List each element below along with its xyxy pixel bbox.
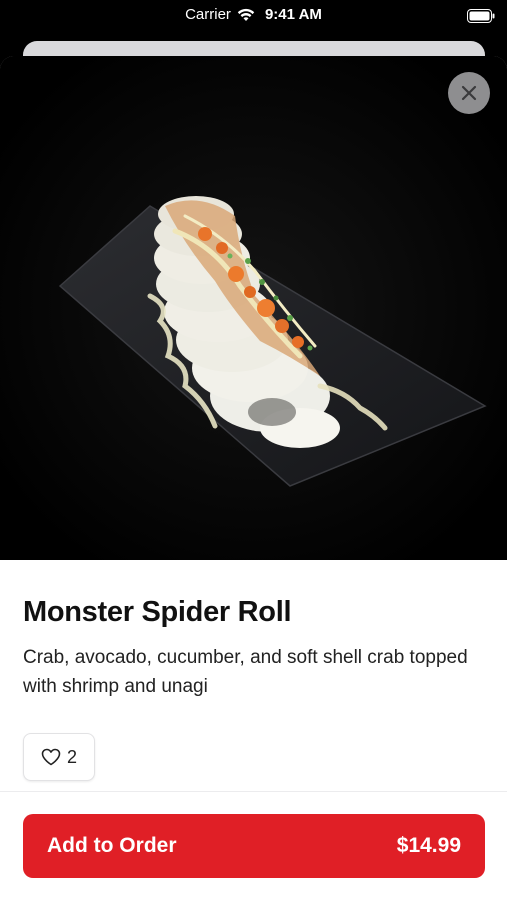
item-title: Monster Spider Roll bbox=[23, 596, 292, 628]
item-details: Monster Spider Roll Crab, avocado, cucum… bbox=[23, 596, 488, 701]
sushi-illustration bbox=[0, 56, 507, 560]
add-to-order-button[interactable]: Add to Order $14.99 bbox=[23, 814, 485, 878]
like-count: 2 bbox=[66, 746, 77, 767]
sushi-roll-photo bbox=[0, 56, 507, 560]
item-price: $14.99 bbox=[396, 834, 461, 857]
wifi-icon bbox=[237, 8, 255, 22]
item-detail-sheet: Monster Spider Roll Crab, avocado, cucum… bbox=[0, 56, 507, 900]
footer-divider bbox=[0, 791, 507, 792]
close-button[interactable] bbox=[448, 72, 490, 114]
item-description: Crab, avocado, cucumber, and soft shell … bbox=[23, 647, 468, 697]
status-bar: Carrier 9:41 AM bbox=[0, 0, 507, 32]
clock-time: 9:41 AM bbox=[264, 6, 322, 23]
battery-icon bbox=[467, 9, 495, 23]
close-icon bbox=[461, 85, 477, 101]
add-to-order-label: Add to Order bbox=[47, 834, 177, 857]
heart-icon bbox=[41, 748, 61, 766]
like-button[interactable]: 2 bbox=[23, 733, 95, 781]
status-center: Carrier 9:41 AM bbox=[0, 6, 507, 23]
carrier-label: Carrier bbox=[185, 6, 231, 23]
